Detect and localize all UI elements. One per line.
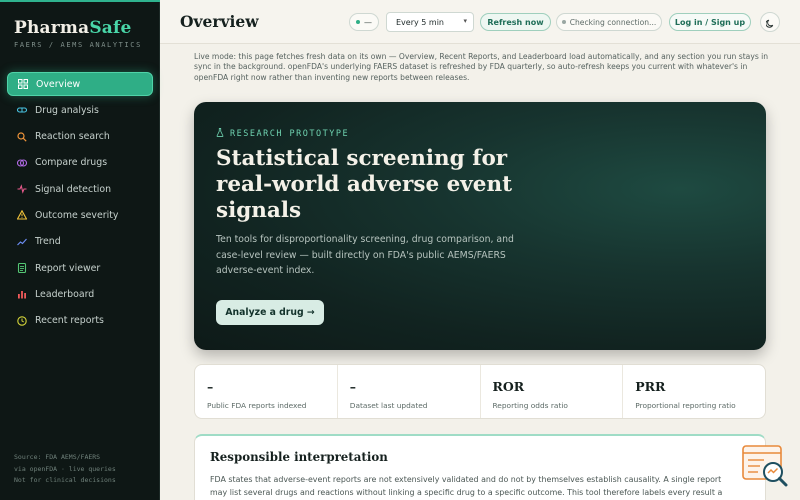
sidebar-item-reaction-search[interactable]: Reaction search [7, 125, 153, 149]
sidebar: PharmaSafe FAERS / AEMS ANALYTICS Overvi… [0, 0, 160, 500]
connection-status-text: Checking connection... [569, 17, 657, 27]
sidebar-nav: Overview Drug analysis Reaction search C… [7, 72, 153, 335]
refresh-interval-value: Every 5 min [396, 17, 444, 27]
hero-tag: RESEARCH PROTOTYPE [216, 128, 349, 140]
grid-icon [18, 79, 28, 89]
refresh-now-button[interactable]: Refresh now [480, 13, 551, 31]
hero-title: Statistical screening for real-world adv… [216, 146, 513, 223]
sidebar-item-label: Reaction search [35, 131, 110, 143]
sidebar-item-label: Compare drugs [35, 157, 108, 169]
sidebar-item-label: Trend [35, 236, 61, 248]
document-icon [17, 263, 27, 274]
flask-icon [216, 128, 230, 140]
top-bar: Overview — Every 5 min ▾ Refresh now Che… [160, 0, 800, 44]
activity-icon [17, 184, 27, 194]
hero-tag-text: RESEARCH PROTOTYPE [230, 129, 350, 139]
theme-toggle-button[interactable] [760, 12, 780, 32]
interpretation-title: Responsible interpretation [210, 450, 388, 464]
sidebar-footer-disclaimer: Not for clinical decisions [14, 476, 116, 484]
stat-value: ROR [492, 379, 525, 394]
bar-chart-icon [17, 289, 27, 299]
interpretation-card: Responsible interpretation FDA states th… [194, 434, 766, 500]
sidebar-footer: Source: FDA AEMS/FAERS via openFDA · liv… [14, 452, 116, 487]
sidebar-item-trend[interactable]: Trend [7, 230, 153, 254]
sidebar-footer-source: Source: FDA AEMS/FAERS [14, 453, 101, 461]
sidebar-item-label: Drug analysis [35, 104, 99, 116]
hero-card: RESEARCH PROTOTYPE Statistical screening… [194, 102, 766, 350]
stat-label: Dataset last updated [349, 401, 428, 410]
trend-icon [17, 237, 27, 247]
stat-reports-indexed: – Public FDA reports indexed [195, 365, 338, 418]
page-title: Overview [180, 12, 259, 31]
sidebar-item-leaderboard[interactable]: Leaderboard [7, 282, 153, 306]
sidebar-item-report-viewer[interactable]: Report viewer [7, 256, 153, 280]
stat-ror: ROR Reporting odds ratio [481, 365, 624, 418]
clock-icon [17, 315, 27, 326]
stat-label: Public FDA reports indexed [207, 401, 307, 410]
sidebar-item-label: Overview [36, 78, 81, 90]
stat-last-updated: – Dataset last updated [338, 365, 481, 418]
sidebar-footer-via: via openFDA · live queries [14, 464, 116, 473]
sidebar-item-overview[interactable]: Overview [7, 72, 153, 96]
stat-prr: PRR Proportional reporting ratio [623, 365, 765, 418]
brand-name-part2: Safe [89, 18, 132, 38]
search-analytics-icon [742, 445, 788, 495]
stat-value: – [349, 379, 356, 394]
sidebar-item-label: Outcome severity [35, 209, 119, 221]
moon-icon [764, 13, 775, 32]
status-pill-text: — [364, 17, 372, 27]
stat-value: PRR [635, 379, 666, 394]
stat-label: Reporting odds ratio [492, 401, 568, 410]
sidebar-item-recent-reports[interactable]: Recent reports [7, 309, 153, 333]
status-pill: — [349, 13, 379, 31]
brand-logo[interactable]: PharmaSafe [14, 18, 132, 38]
sidebar-item-label: Leaderboard [35, 288, 95, 300]
hero-description: Ten tools for disproportionality screeni… [216, 234, 514, 276]
interpretation-body: FDA states that adverse-event reports ar… [210, 475, 723, 497]
status-dot [356, 20, 360, 24]
login-signup-button[interactable]: Log in / Sign up [669, 13, 751, 31]
connection-dot [561, 20, 566, 24]
sidebar-item-label: Recent reports [35, 315, 104, 327]
stat-value: – [207, 379, 214, 394]
analyze-drug-button[interactable]: Analyze a drug → [216, 300, 324, 325]
stat-label: Proportional reporting ratio [635, 401, 736, 410]
chevron-down-icon: ▾ [463, 17, 467, 25]
sidebar-item-label: Report viewer [35, 262, 101, 274]
pill-icon [17, 105, 27, 115]
refresh-interval-select[interactable]: Every 5 min ▾ [386, 12, 474, 32]
sidebar-item-signal-detection[interactable]: Signal detection [7, 177, 153, 201]
compare-icon [17, 158, 27, 168]
warning-icon [17, 210, 27, 221]
sidebar-item-label: Signal detection [35, 183, 112, 195]
live-mode-note: Live mode: this page fetches fresh data … [194, 52, 769, 82]
brand-name-part1: Pharma [14, 18, 90, 38]
sidebar-item-outcome-severity[interactable]: Outcome severity [7, 203, 153, 227]
stats-row: – Public FDA reports indexed – Dataset l… [194, 364, 766, 419]
sidebar-item-compare-drugs[interactable]: Compare drugs [7, 151, 153, 175]
sidebar-item-drug-analysis[interactable]: Drug analysis [7, 98, 153, 122]
brand-subtitle: FAERS / AEMS ANALYTICS [14, 41, 142, 49]
assistant-fab[interactable] [742, 445, 788, 491]
connection-status: Checking connection... [556, 13, 662, 31]
search-icon [17, 131, 27, 142]
